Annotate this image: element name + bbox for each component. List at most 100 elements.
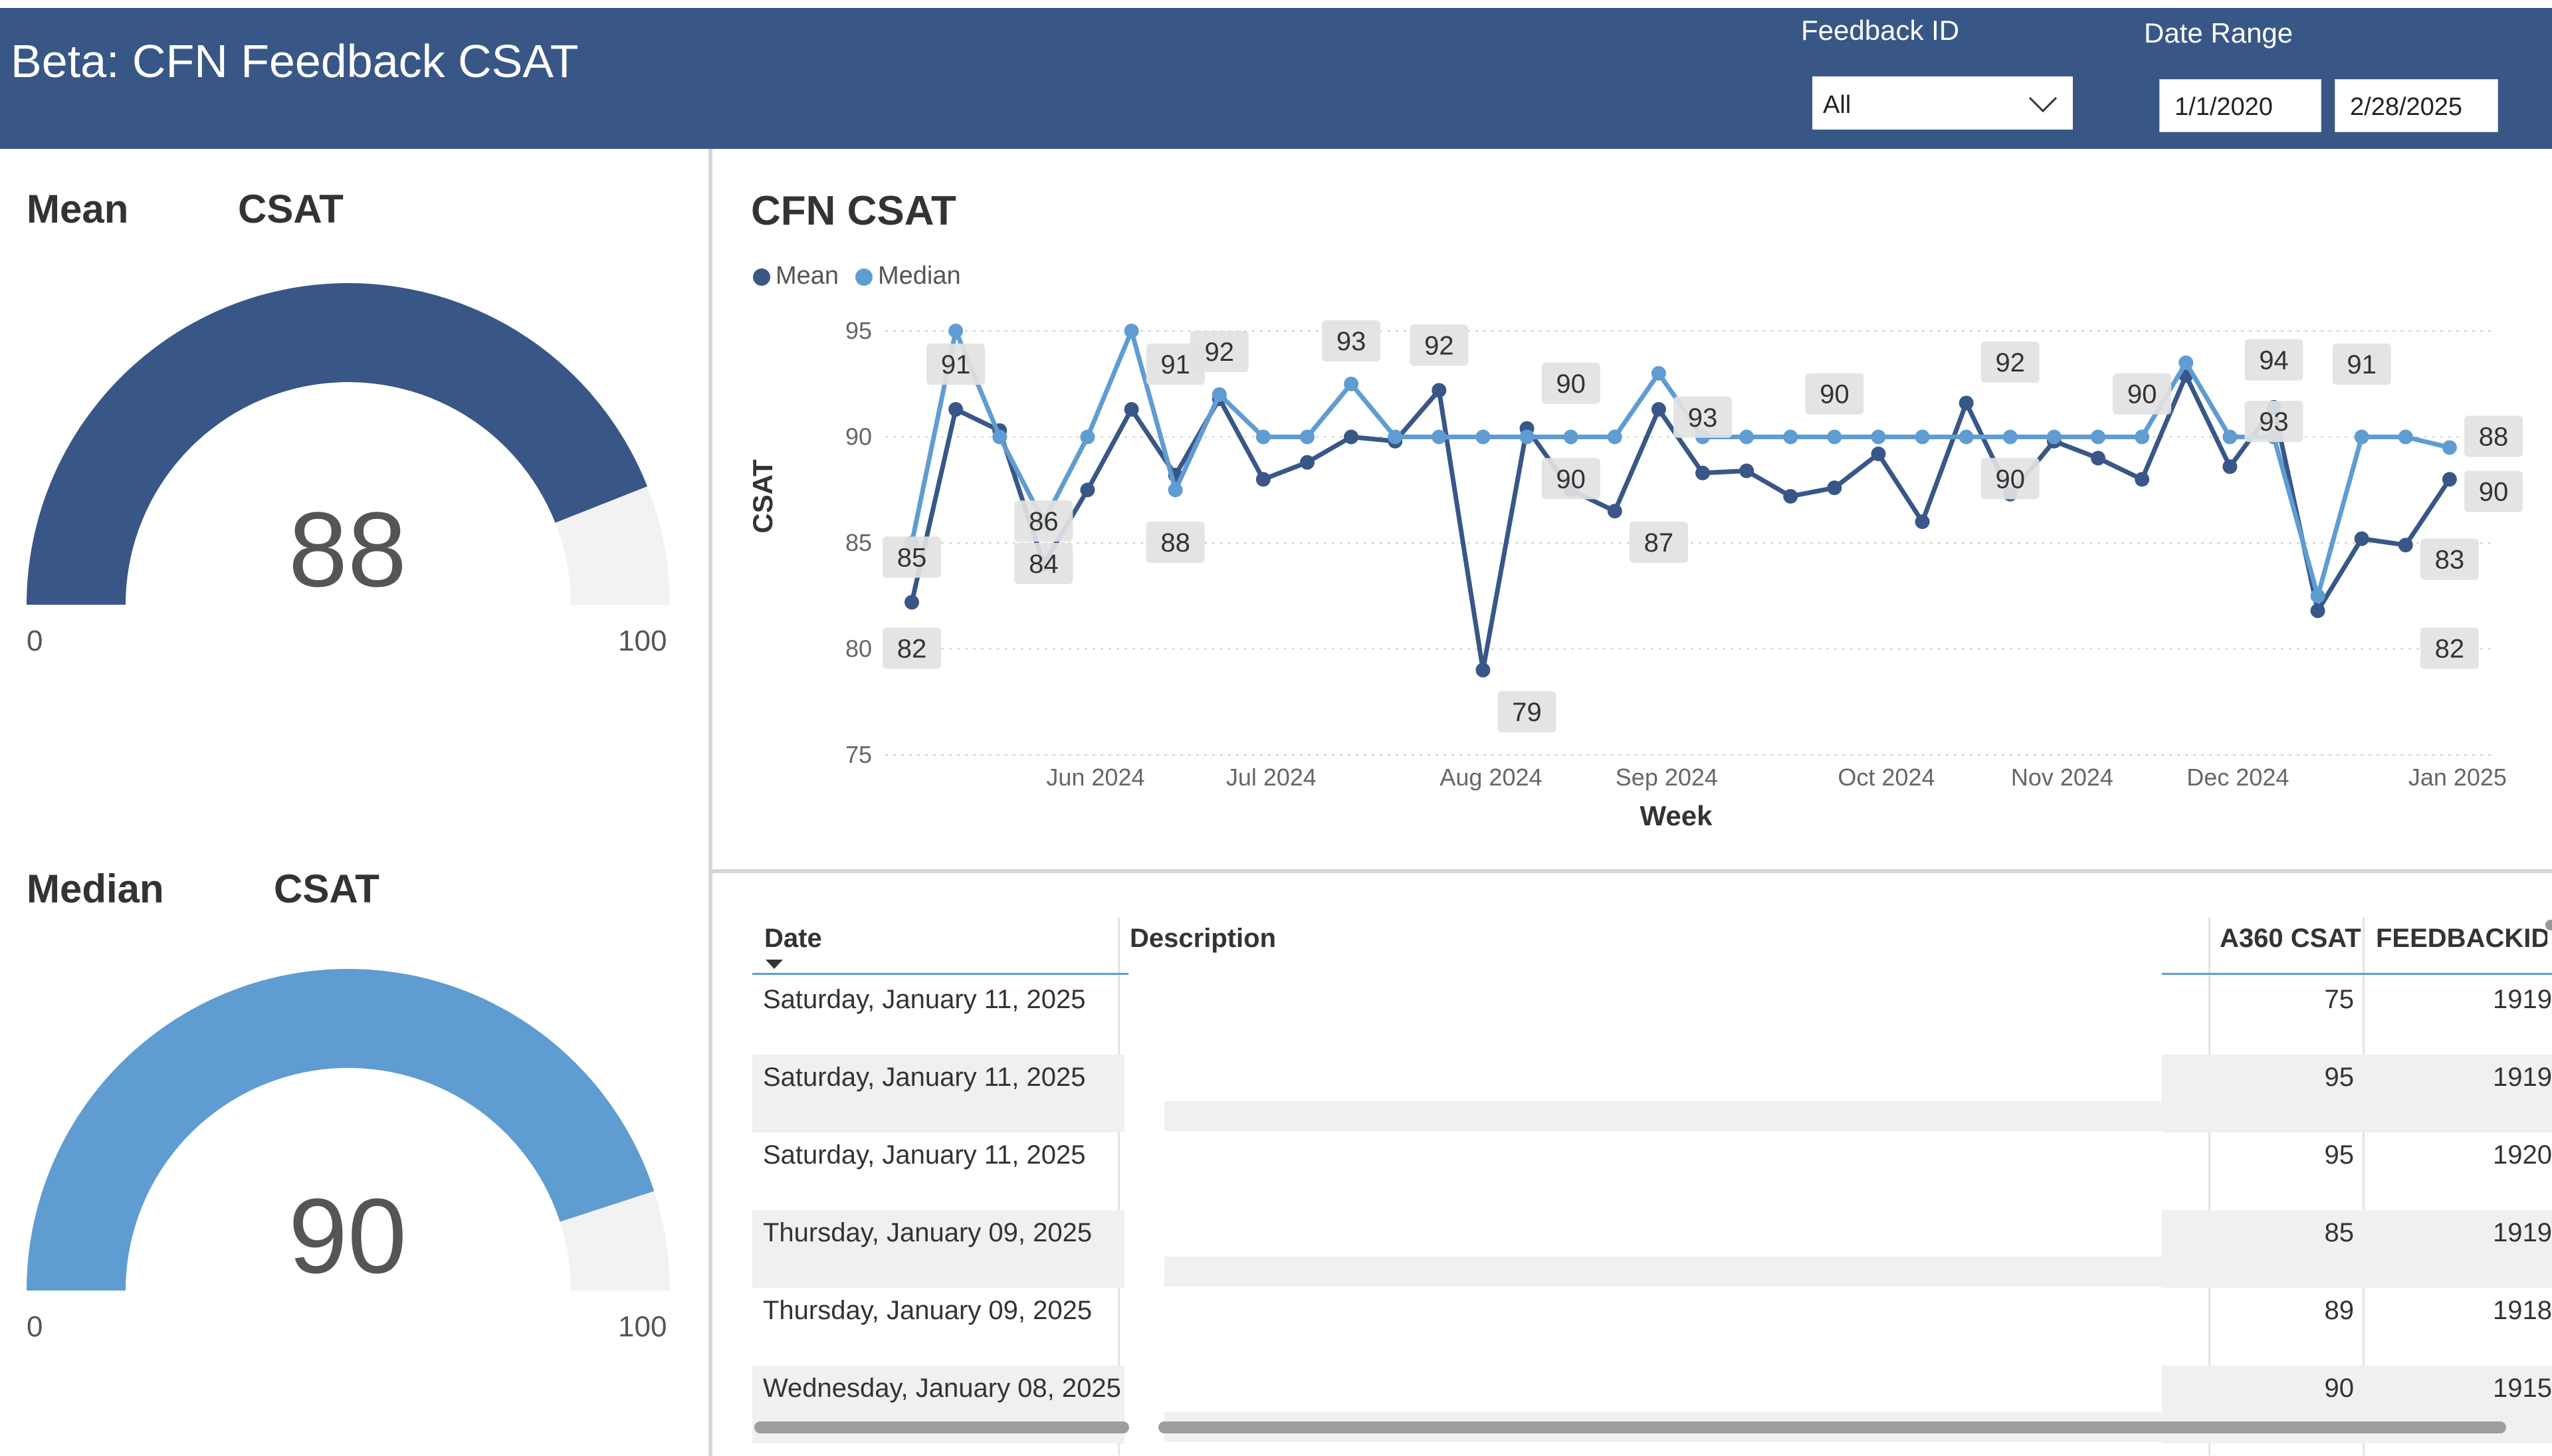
- data-point-median[interactable]: [1607, 429, 1622, 445]
- svg-text:82: 82: [2435, 635, 2465, 664]
- data-point-mean[interactable]: [1607, 504, 1622, 519]
- data-point-median[interactable]: [1344, 376, 1359, 391]
- horizontal-scrollbar-right[interactable]: [1158, 1421, 2506, 1433]
- data-point-mean[interactable]: [1871, 447, 1886, 462]
- median-gauge-min: 0: [27, 1310, 43, 1343]
- data-point-median[interactable]: [1432, 429, 1447, 445]
- x-axis-title: Week: [1640, 800, 1713, 831]
- cell-feedbackid: 1920: [2493, 1140, 2552, 1170]
- table-row[interactable]: Saturday, January 11, 2025 95 1919: [751, 1055, 2552, 1132]
- data-point-mean[interactable]: [2091, 451, 2105, 466]
- data-point-median[interactable]: [1959, 429, 1974, 445]
- horizontal-divider: [712, 869, 2552, 873]
- sort-descending-icon[interactable]: [764, 958, 784, 970]
- data-point-median[interactable]: [1475, 429, 1491, 445]
- data-point-median[interactable]: [1124, 324, 1139, 338]
- data-point-median[interactable]: [1871, 429, 1886, 445]
- table-row[interactable]: Saturday, January 11, 2025 95 1920: [751, 1132, 2552, 1210]
- data-point-median[interactable]: [2091, 429, 2105, 445]
- data-point-mean[interactable]: [1695, 465, 1710, 480]
- data-point-mean[interactable]: [1432, 383, 1447, 398]
- data-point-median[interactable]: [2002, 429, 2018, 445]
- column-header-description[interactable]: Description: [1130, 924, 1276, 954]
- resize-handle-icon[interactable]: [2545, 920, 2552, 930]
- line-chart[interactable]: 75 80 85 90 95 Jun 2024 Jul 2024 Aug 2024 Sep 20…: [712, 286, 2552, 851]
- data-point-mean[interactable]: [1915, 514, 1930, 530]
- median-gauge-title-left: Median: [27, 867, 164, 911]
- data-point-mean[interactable]: [948, 402, 964, 417]
- feedback-table: Date Description A360 CSAT FEEDBACKID Sa…: [751, 904, 2552, 1456]
- data-point-median[interactable]: [1915, 429, 1930, 445]
- header-underline: [2162, 973, 2552, 975]
- svg-text:94: 94: [2259, 346, 2289, 375]
- data-point-median[interactable]: [2135, 429, 2150, 445]
- data-point-median[interactable]: [1783, 429, 1798, 445]
- data-point-mean[interactable]: [1344, 429, 1359, 445]
- data-point-median[interactable]: [992, 429, 1008, 445]
- x-tick-label: Jun 2024: [1046, 764, 1144, 791]
- data-point-median[interactable]: [1212, 387, 1227, 402]
- svg-text:87: 87: [1644, 528, 1674, 558]
- data-point-median[interactable]: [1080, 429, 1095, 445]
- svg-text:90: 90: [2127, 380, 2157, 409]
- column-header-feedbackid[interactable]: FEEDBACKID: [2376, 924, 2547, 954]
- data-point-mean[interactable]: [1827, 480, 1842, 496]
- data-point-median[interactable]: [1519, 429, 1535, 445]
- data-point-median[interactable]: [948, 324, 964, 338]
- horizontal-scrollbar-left[interactable]: [754, 1421, 1129, 1433]
- data-point-median[interactable]: [2398, 429, 2413, 445]
- data-point-mean[interactable]: [2222, 459, 2238, 474]
- data-point-mean[interactable]: [1300, 455, 1315, 470]
- data-point-mean[interactable]: [1080, 482, 1095, 498]
- data-point-median[interactable]: [1651, 365, 1666, 381]
- data-point-mean[interactable]: [1783, 488, 1798, 504]
- data-point-mean[interactable]: [2442, 472, 2457, 487]
- table-row[interactable]: Thursday, January 09, 2025 89 1918: [751, 1288, 2552, 1366]
- data-point-mean[interactable]: [2310, 603, 2325, 619]
- column-header-csat[interactable]: A360 CSAT: [2220, 924, 2361, 954]
- data-point-mean[interactable]: [1739, 463, 1754, 478]
- table-row[interactable]: Saturday, January 11, 2025 75 1919: [751, 977, 2552, 1055]
- data-point-mean[interactable]: [1651, 402, 1666, 417]
- data-point-median[interactable]: [1388, 429, 1403, 445]
- data-point-median[interactable]: [1168, 482, 1183, 498]
- svg-text:93: 93: [2259, 407, 2289, 437]
- data-point-median[interactable]: [2222, 429, 2238, 445]
- data-label: 83: [2420, 538, 2479, 580]
- data-point-mean[interactable]: [904, 595, 919, 610]
- data-point-median[interactable]: [1827, 429, 1842, 445]
- cell-date: Saturday, January 11, 2025: [763, 985, 1086, 1014]
- x-tick-label: Sep 2024: [1616, 764, 1718, 791]
- data-label: 92: [1190, 330, 1249, 372]
- svg-text:92: 92: [1205, 338, 1235, 367]
- feedback-id-dropdown[interactable]: All: [1812, 76, 2073, 130]
- data-label: 92: [1980, 341, 2040, 383]
- data-point-median[interactable]: [2442, 440, 2457, 455]
- column-header-date[interactable]: Date: [764, 924, 822, 954]
- data-point-mean[interactable]: [2135, 472, 2150, 487]
- data-point-median[interactable]: [2046, 429, 2062, 445]
- data-point-median[interactable]: [2179, 355, 2194, 370]
- data-point-median[interactable]: [1255, 429, 1271, 445]
- data-point-median[interactable]: [2354, 429, 2369, 445]
- data-point-median[interactable]: [1739, 429, 1754, 445]
- data-point-median[interactable]: [1300, 429, 1315, 445]
- data-point-mean[interactable]: [2398, 538, 2413, 553]
- data-point-median[interactable]: [2310, 588, 2325, 603]
- data-point-mean[interactable]: [1959, 395, 1974, 411]
- cell-date: Saturday, January 11, 2025: [763, 1063, 1086, 1092]
- row-shade: [1164, 1101, 2162, 1131]
- data-point-mean[interactable]: [1255, 472, 1271, 487]
- cell-csat: 89: [2324, 1296, 2355, 1325]
- data-point-mean[interactable]: [2354, 531, 2369, 546]
- cell-csat: 95: [2324, 1140, 2355, 1170]
- date-end-input[interactable]: 2/28/2025: [2335, 79, 2498, 132]
- data-point-median[interactable]: [1563, 429, 1578, 445]
- table-row[interactable]: Thursday, January 09, 2025 85 1919: [751, 1210, 2552, 1288]
- data-point-mean[interactable]: [1124, 402, 1139, 417]
- y-tick-label: 90: [845, 423, 872, 451]
- date-start-input[interactable]: 1/1/2020: [2159, 79, 2321, 132]
- y-tick-label: 75: [845, 741, 872, 768]
- data-point-mean[interactable]: [1475, 663, 1491, 678]
- date-range-label: Date Range: [2144, 17, 2293, 49]
